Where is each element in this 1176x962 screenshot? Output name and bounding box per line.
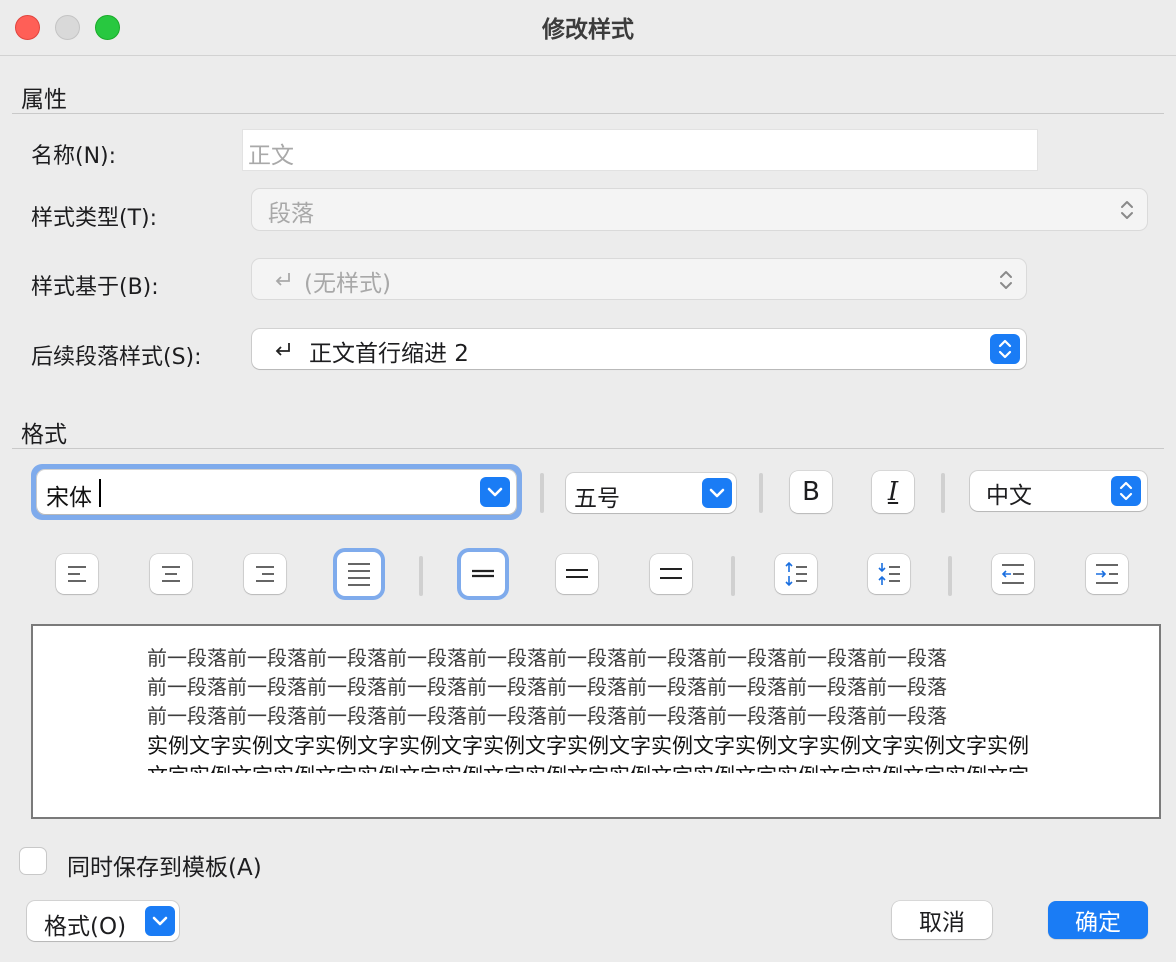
single-spacing-button[interactable] [461, 552, 505, 596]
toolbar-separator [941, 473, 945, 513]
following-style-label: 后续段落样式(S): [31, 345, 202, 370]
save-to-template-checkbox[interactable] [19, 847, 47, 875]
up-down-chevron-icon [990, 334, 1020, 364]
align-center-icon [162, 566, 180, 582]
style-type-label: 样式类型(T): [31, 206, 158, 231]
cancel-button-label: 取消 [919, 910, 965, 936]
properties-section-title: 属性 [21, 87, 67, 113]
toolbar-separator [419, 556, 423, 596]
toolbar-separator [759, 473, 763, 513]
format-divider [12, 448, 1164, 449]
font-size-value: 五号 [574, 486, 620, 512]
chevron-down-icon [702, 478, 732, 508]
style-type-value: 段落 [268, 201, 314, 227]
align-justify-button[interactable] [337, 552, 381, 596]
increase-paragraph-spacing-button[interactable] [775, 554, 817, 594]
up-down-chevron-icon [1121, 201, 1133, 219]
format-menu-button[interactable]: 格式(O) [27, 901, 179, 941]
format-section-title: 格式 [21, 422, 67, 448]
based-on-popup[interactable]: (无样式) [252, 259, 1026, 299]
italic-button[interactable]: I [872, 471, 914, 513]
name-field-placeholder: 正文 [248, 143, 294, 169]
up-down-chevron-icon [1000, 271, 1012, 289]
single-spacing-icon [472, 569, 494, 578]
align-right-button[interactable] [244, 554, 286, 594]
toolbar-separator [540, 473, 544, 513]
toolbar-separator [731, 556, 735, 596]
preview-previous-line: 前一段落前一段落前一段落前一段落前一段落前一段落前一段落前一段落前一段落前一段落 [147, 704, 947, 728]
preview-sample-line: 实例文字实例文字实例文字实例文字实例文字实例文字实例文字实例文字实例文字实例文字… [147, 734, 1029, 758]
chevron-down-icon [145, 906, 175, 936]
following-style-value: 正文首行缩进 2 [309, 341, 469, 367]
style-type-popup[interactable]: 段落 [252, 189, 1147, 230]
preview-clipped-line: 文字实例文字实例文字实例文字实例文字实例文字实例文字实例文字实例文字实例文字实例… [147, 760, 1047, 773]
window-title: 修改样式 [542, 17, 634, 43]
save-to-template-label[interactable]: 同时保存到模板(A) [67, 848, 262, 882]
decrease-indent-button[interactable] [992, 554, 1034, 594]
based-on-label: 样式基于(B): [31, 275, 159, 300]
chevron-down-icon [480, 477, 510, 507]
one-half-spacing-icon [566, 569, 588, 578]
align-right-icon [256, 566, 274, 582]
style-preview: 前一段落前一段落前一段落前一段落前一段落前一段落前一段落前一段落前一段落前一段落… [31, 624, 1161, 819]
one-half-spacing-button[interactable] [556, 554, 598, 594]
align-left-button[interactable] [56, 554, 98, 594]
name-label: 名称(N): [31, 144, 117, 169]
preview-previous-line: 前一段落前一段落前一段落前一段落前一段落前一段落前一段落前一段落前一段落前一段落 [147, 646, 947, 670]
decrease-paragraph-spacing-button[interactable] [868, 554, 910, 594]
name-field[interactable]: 正文 [242, 129, 1038, 171]
font-name-value: 宋体 [46, 485, 92, 511]
increase-paragraph-spacing-icon [785, 561, 807, 587]
following-style-popup[interactable]: 正文首行缩进 2 [252, 329, 1026, 369]
bold-icon: B [802, 477, 820, 507]
return-arrow-icon [275, 273, 290, 286]
align-justify-icon [348, 563, 370, 586]
script-value: 中文 [986, 483, 1032, 509]
properties-divider [12, 113, 1164, 114]
up-down-chevron-icon [1111, 476, 1141, 506]
ok-button-label: 确定 [1075, 910, 1121, 936]
align-center-button[interactable] [150, 554, 192, 594]
ok-button[interactable]: 确定 [1048, 901, 1148, 939]
script-popup[interactable]: 中文 [970, 471, 1147, 511]
preview-sample-line: 文字实例文字实例文字实例文字实例文字实例文字实例文字实例文字实例文字实例文字实例… [147, 760, 1047, 773]
toolbar-separator [948, 556, 952, 596]
double-spacing-icon [660, 568, 682, 579]
return-arrow-icon [275, 343, 290, 356]
increase-indent-button[interactable] [1086, 554, 1128, 594]
format-menu-label: 格式(O) [44, 914, 127, 940]
cancel-button[interactable]: 取消 [892, 901, 992, 939]
bold-button[interactable]: B [790, 471, 832, 513]
increase-indent-icon [1096, 564, 1118, 584]
font-size-popup[interactable]: 五号 [566, 473, 736, 513]
italic-icon: I [887, 477, 899, 507]
align-left-icon [68, 566, 86, 582]
preview-previous-line: 前一段落前一段落前一段落前一段落前一段落前一段落前一段落前一段落前一段落前一段落 [147, 675, 947, 699]
text-cursor [99, 479, 101, 507]
based-on-value: (无样式) [304, 271, 391, 297]
decrease-indent-icon [1001, 564, 1024, 584]
font-name-combo[interactable]: 宋体 [37, 470, 516, 514]
double-spacing-button[interactable] [650, 554, 692, 594]
decrease-paragraph-spacing-icon [878, 563, 900, 585]
